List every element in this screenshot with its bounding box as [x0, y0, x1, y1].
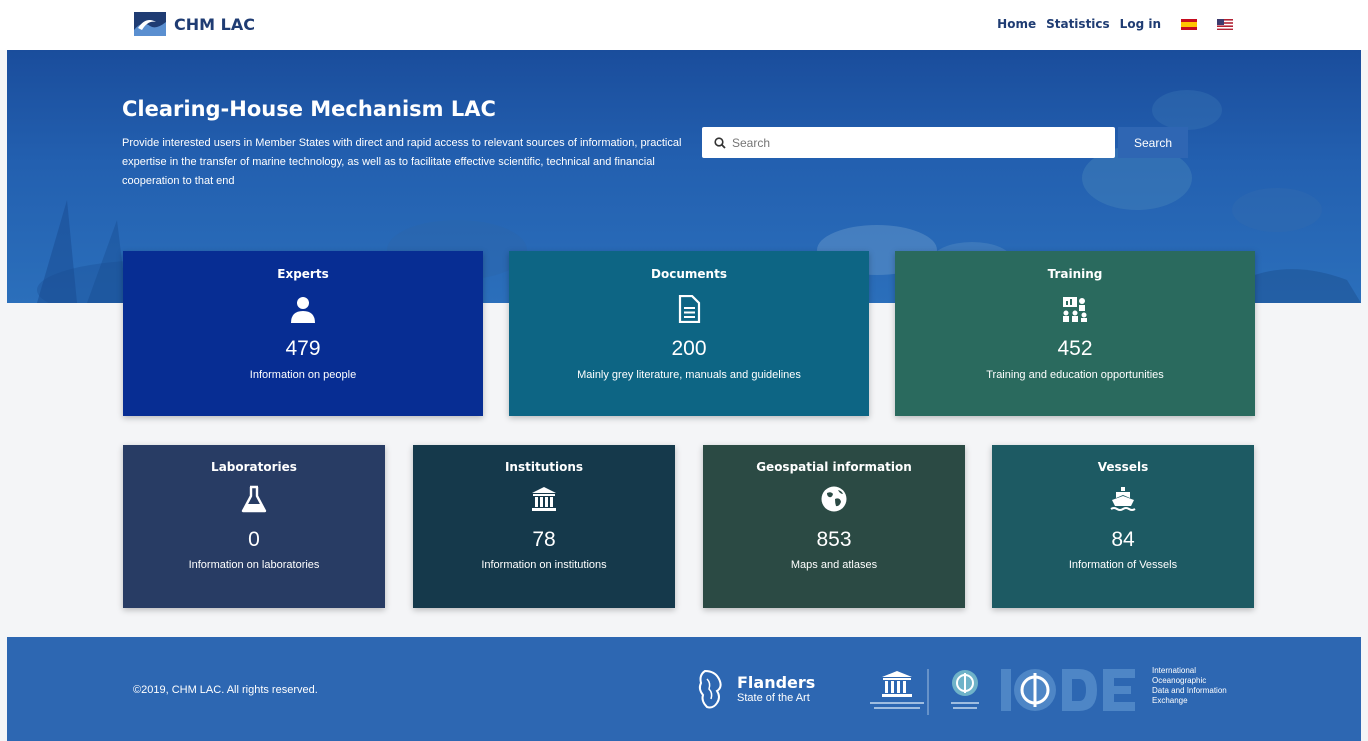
card-count: 452	[1057, 337, 1093, 360]
search-input[interactable]	[732, 135, 1092, 150]
card-title: Experts	[277, 267, 329, 281]
es-flag-icon[interactable]	[1181, 18, 1197, 30]
hero-title: Clearing-House Mechanism LAC	[122, 97, 496, 121]
search-field[interactable]	[702, 127, 1115, 158]
card-title: Vessels	[1097, 460, 1149, 474]
experts-card[interactable]: Experts 479 Information on people	[123, 251, 483, 416]
flanders-logo[interactable]: Flanders State of the Art	[695, 667, 815, 711]
card-count: 84	[1111, 528, 1135, 551]
hero-description: Provide interested users in Member State…	[122, 137, 682, 187]
nav-login-link[interactable]: Log in	[1120, 17, 1161, 31]
wave-logo-icon	[134, 12, 166, 36]
ship-icon	[1110, 487, 1136, 511]
card-description: Training and education opportunities	[986, 369, 1164, 381]
geospatial-card[interactable]: Geospatial information 853 Maps and atla…	[703, 445, 965, 608]
card-description: Information on people	[249, 369, 357, 381]
flanders-tagline: State of the Art	[737, 692, 810, 704]
iode-text-line: Data and Information	[1152, 686, 1227, 695]
card-count: 479	[285, 337, 321, 360]
brand-link[interactable]: CHM LAC	[134, 12, 255, 36]
flanders-name: Flanders	[737, 673, 816, 692]
flanders-lion-icon	[698, 669, 722, 709]
person-icon	[291, 297, 315, 323]
search-button[interactable]: Search	[1118, 127, 1188, 158]
card-title: Training	[1047, 267, 1103, 281]
brand-name: CHM LAC	[174, 14, 255, 34]
card-title: Documents	[651, 267, 727, 281]
documents-card[interactable]: Documents 200 Mainly grey literature, ma…	[509, 251, 869, 416]
training-icon	[1063, 297, 1087, 322]
search-icon	[714, 136, 726, 149]
institutions-card[interactable]: Institutions 78 Information on instituti…	[413, 445, 675, 608]
card-count: 200	[671, 337, 707, 360]
card-title: Institutions	[504, 460, 584, 474]
flask-icon	[241, 485, 267, 513]
laboratories-card[interactable]: Laboratories 0 Information on laboratori…	[123, 445, 385, 608]
institution-icon	[532, 487, 556, 511]
page: CHM LAC Home Statistics Log in Clearing-…	[0, 0, 1368, 741]
nav-links: Home Statistics Log in	[997, 17, 1233, 31]
card-title: Laboratories	[211, 460, 297, 474]
nav-statistics-link[interactable]: Statistics	[1046, 17, 1110, 31]
iode-text-line: Oceanographic	[1152, 676, 1207, 685]
unesco-logo-icon[interactable]	[862, 667, 932, 717]
iode-text-line: International	[1152, 666, 1197, 675]
card-description: Information of Vessels	[1068, 559, 1178, 571]
iode-text-line: Exchange	[1152, 696, 1188, 705]
card-description: Information on institutions	[481, 559, 607, 571]
card-count: 853	[816, 528, 852, 551]
card-title: Geospatial information	[756, 460, 912, 474]
top-navbar: CHM LAC Home Statistics Log in	[0, 0, 1368, 50]
footer: ©2019, CHM LAC. All rights reserved. Fla…	[7, 637, 1361, 741]
copyright-text: ©2019, CHM LAC. All rights reserved.	[133, 684, 318, 696]
ioc-logo-icon[interactable]	[945, 667, 985, 717]
card-description: Maps and atlases	[790, 559, 878, 571]
document-icon	[678, 295, 701, 323]
iode-logo-icon[interactable]	[997, 663, 1147, 717]
flanders-text: Flanders State of the Art	[737, 673, 816, 705]
training-card[interactable]: Training 452 Training and education oppo…	[895, 251, 1255, 416]
us-flag-icon[interactable]	[1217, 18, 1233, 30]
card-count: 0	[248, 528, 260, 551]
card-description: Information on laboratories	[188, 559, 320, 571]
card-description: Mainly grey literature, manuals and guid…	[577, 369, 801, 381]
card-count: 78	[532, 528, 556, 551]
vessels-card[interactable]: Vessels 84 Information of Vessels	[992, 445, 1254, 608]
nav-home-link[interactable]: Home	[997, 17, 1036, 31]
globe-icon	[821, 486, 847, 512]
iode-text: International Oceanographic Data and Inf…	[1152, 666, 1227, 706]
